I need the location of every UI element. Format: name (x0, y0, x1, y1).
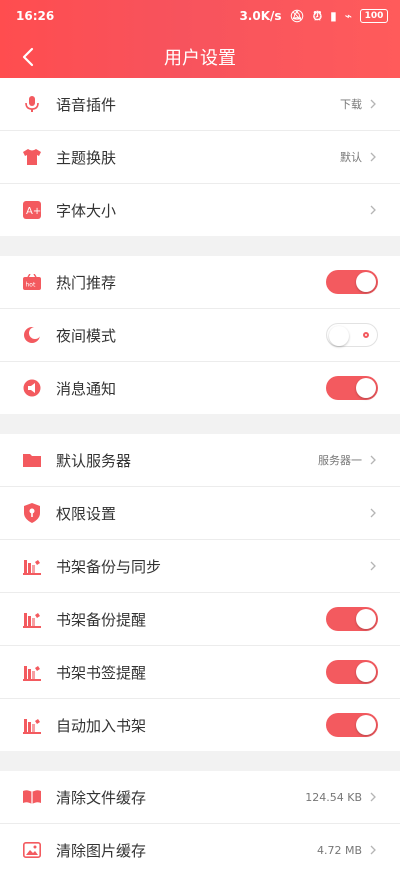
bookshelf-icon (22, 556, 42, 576)
bookshelf-icon (22, 715, 42, 735)
settings-row[interactable]: 书架备份与同步 (0, 540, 400, 593)
toggle-knob (356, 715, 376, 735)
settings-list: 语音插件 下载主题换肤 默认 A+ 字体大小 hot 热门推荐夜间模式消息通知默认服务器 服务… (0, 78, 400, 876)
toggle-switch[interactable] (326, 660, 378, 684)
wifi-icon: ⌁ (344, 9, 352, 23)
settings-row-label: 语音插件 (56, 95, 117, 114)
settings-row-label: 自动加入书架 (56, 716, 147, 735)
settings-row[interactable]: 书架书签提醒 (0, 646, 400, 699)
battery-icon: 100 (360, 9, 388, 23)
status-bar: 16:26 3.0K/s 🔕︎ ⏰︎ ▮ ⌁ 100 (16, 7, 388, 25)
status-icons: 3.0K/s 🔕︎ ⏰︎ ▮ ⌁ 100 (239, 9, 388, 24)
image-icon (22, 840, 42, 860)
toggle-switch[interactable] (326, 607, 378, 631)
chevron-right-icon (370, 205, 376, 215)
chevron-right-icon (370, 99, 376, 109)
toggle-knob (329, 326, 349, 346)
settings-row-value: 默认 (340, 151, 362, 164)
settings-section: 默认服务器 服务器一权限设置书架备份与同步 书架备份提醒 书架书签提醒 自动加入书架 (0, 434, 400, 751)
settings-section: 清除文件缓存 124.54 KB 清除图片缓存 4.72 MB (0, 771, 400, 876)
toggle-off-indicator-icon (363, 332, 369, 338)
settings-row-value: 4.72 MB (316, 843, 362, 857)
settings-row[interactable]: A+ 字体大小 (0, 184, 400, 236)
settings-row-label: 书架备份提醒 (56, 610, 147, 629)
settings-row[interactable]: 书架备份提醒 (0, 593, 400, 646)
settings-row[interactable]: 清除文件缓存 124.54 KB (0, 771, 400, 824)
settings-row-label: 字体大小 (56, 201, 117, 220)
open-book-icon (22, 787, 42, 807)
svg-text:hot: hot (26, 282, 36, 289)
page-title: 用户设置 (164, 48, 236, 69)
toggle-knob (356, 609, 376, 629)
status-time: 16:26 (16, 9, 55, 23)
settings-row[interactable]: 默认服务器 服务器一 (0, 434, 400, 487)
toggle-switch[interactable] (326, 323, 378, 347)
chevron-right-icon (370, 508, 376, 518)
hot-badge-icon: hot (22, 272, 42, 292)
chevron-right-icon (370, 152, 376, 162)
alarm-icon: ⏰︎ (312, 8, 323, 23)
settings-row[interactable]: 自动加入书架 (0, 699, 400, 751)
mute-icon: 🔕︎ (289, 9, 305, 23)
section-divider (0, 751, 400, 771)
settings-row-label: 热门推荐 (56, 273, 117, 292)
settings-row[interactable]: 语音插件 下载 (0, 78, 400, 131)
toggle-switch[interactable] (326, 376, 378, 400)
settings-row-label: 消息通知 (56, 379, 117, 398)
toggle-switch[interactable] (326, 270, 378, 294)
megaphone-icon (22, 378, 42, 398)
bookshelf-icon (22, 609, 42, 629)
tshirt-icon (22, 147, 42, 167)
settings-row[interactable]: hot 热门推荐 (0, 256, 400, 309)
toggle-knob (356, 662, 376, 682)
settings-row[interactable]: 清除图片缓存 4.72 MB (0, 824, 400, 876)
settings-row[interactable]: 消息通知 (0, 362, 400, 414)
chevron-right-icon (370, 792, 376, 802)
chevron-right-icon (370, 455, 376, 465)
settings-row[interactable]: 权限设置 (0, 487, 400, 540)
nav-bar: 用户设置 (0, 38, 400, 78)
settings-row-value: 124.54 KB (305, 790, 362, 804)
settings-row-label: 夜间模式 (56, 326, 117, 345)
chevron-right-icon (370, 845, 376, 855)
settings-row[interactable]: 主题换肤 默认 (0, 131, 400, 184)
net-speed: 3.0K/s (239, 9, 282, 23)
header-bar: 16:26 3.0K/s 🔕︎ ⏰︎ ▮ ⌁ 100 用户设置 (0, 0, 400, 78)
settings-row-label: 权限设置 (56, 504, 117, 523)
settings-row[interactable]: 夜间模式 (0, 309, 400, 362)
settings-section: hot 热门推荐夜间模式消息通知 (0, 256, 400, 414)
settings-row-label: 书架备份与同步 (56, 557, 162, 576)
section-divider (0, 236, 400, 256)
toggle-knob (356, 272, 376, 292)
shield-key-icon (22, 503, 42, 523)
section-divider (0, 414, 400, 434)
settings-row-label: 主题换肤 (56, 148, 117, 167)
microphone-icon (22, 94, 42, 114)
folder-icon (22, 450, 42, 470)
settings-row-label: 默认服务器 (56, 451, 132, 470)
settings-row-value: 服务器一 (318, 454, 362, 467)
toggle-switch[interactable] (326, 713, 378, 737)
settings-row-label: 书架书签提醒 (56, 663, 147, 682)
bookshelf-icon (22, 662, 42, 682)
settings-row-label: 清除文件缓存 (56, 788, 147, 807)
chevron-right-icon (370, 561, 376, 571)
svg-text:A+: A+ (26, 206, 41, 217)
signal-icon: ▮ (330, 9, 337, 23)
settings-row-label: 清除图片缓存 (56, 841, 147, 860)
font-size-icon: A+ (22, 200, 42, 220)
settings-section: 语音插件 下载主题换肤 默认 A+ 字体大小 (0, 78, 400, 236)
toggle-knob (356, 378, 376, 398)
settings-row-value: 下载 (340, 98, 362, 111)
moon-icon (22, 325, 42, 345)
